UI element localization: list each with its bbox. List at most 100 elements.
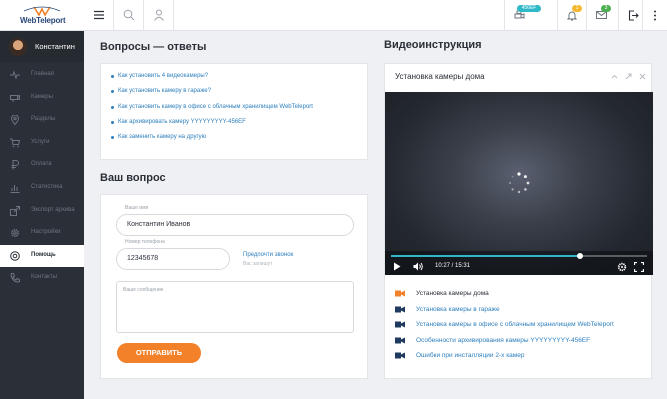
phone-label: Номер телефона — [125, 239, 165, 245]
user-icon — [154, 9, 164, 21]
sidebar-item-contacts[interactable]: Контакты — [0, 267, 84, 290]
name-label: Ваше имя — [125, 205, 149, 211]
playlist-item[interactable]: Установка камеры дома — [395, 289, 614, 305]
search-button[interactable] — [114, 0, 144, 31]
volume-icon[interactable] — [413, 262, 423, 271]
camera-icon — [10, 94, 20, 102]
send-button[interactable]: ОТПРАВИТЬ — [117, 343, 201, 363]
playlist-item[interactable]: Установка камеры в гараже — [395, 305, 614, 321]
faq-link[interactable]: Как заменить камеру на другую — [111, 133, 313, 148]
video-progress-knob[interactable] — [577, 253, 584, 259]
video-camera-icon — [395, 306, 405, 312]
hamburger-icon — [94, 10, 104, 20]
sidebar-item-label: Помощь — [31, 251, 56, 258]
sidebar-item-label: Статистика — [31, 183, 63, 190]
video-player[interactable]: 10:27 / 15:31 — [385, 92, 653, 275]
sidebar-item-cameras[interactable]: Камеры — [0, 87, 84, 110]
fullscreen-icon[interactable] — [634, 262, 644, 272]
sidebar-item-help[interactable]: Помощь — [0, 244, 84, 268]
app-root: WebTeleport Константин Главная Камеры Ра… — [0, 0, 667, 399]
video-playlist: Установка камеры дома Установка камеры в… — [395, 289, 614, 367]
sidebar-nav: Главная Камеры Разделы Услуги Оплата Ста… — [0, 64, 84, 290]
sidebar-item-label: Камеры — [31, 93, 53, 100]
video-controls: 10:27 / 15:31 — [385, 251, 653, 275]
logout-icon — [628, 10, 639, 21]
play-icon[interactable] — [393, 262, 401, 271]
faq-link[interactable]: Как архивировать камеру YYYYYYYYY-456EF — [111, 118, 313, 133]
sidebar-item-payment[interactable]: Оплата — [0, 154, 84, 177]
profile-button[interactable] — [144, 0, 174, 31]
video-camera-icon — [395, 337, 405, 343]
video-camera-icon — [395, 321, 405, 328]
ruble-icon — [11, 160, 19, 170]
video-camera-icon — [395, 290, 405, 297]
expand-icon[interactable] — [625, 73, 632, 80]
sidebar-item-label: Главная — [31, 71, 54, 77]
faq-link[interactable]: Как установить камеру в гараже? — [111, 87, 313, 102]
video-camera-icon — [395, 352, 405, 359]
phone-icon — [10, 273, 20, 283]
messages-button[interactable]: 3 — [586, 0, 615, 31]
collapse-icon[interactable] — [611, 73, 618, 80]
sidebar-item-services[interactable]: Услуги — [0, 132, 84, 155]
callback-link[interactable]: Предпочти звонок — [243, 252, 293, 258]
playlist-item-label: Особенности архивирования камеры YYYYYYY… — [416, 336, 591, 344]
sidebar-item-sections[interactable]: Разделы — [0, 109, 84, 132]
loading-spinner-icon — [509, 172, 530, 194]
name-value: Константин Иванов — [127, 221, 191, 228]
playlist-item[interactable]: Особенности архивирования камеры YYYYYYY… — [395, 336, 614, 352]
phone-field[interactable]: 12345678 — [116, 248, 230, 270]
topbar: 456EF 1 3 — [84, 0, 667, 31]
video-card-title: Установка камеры дома — [395, 72, 485, 81]
bell-badge: 1 — [572, 5, 582, 12]
video-time: 10:27 / 15:31 — [435, 263, 471, 269]
sidebar: WebTeleport Константин Главная Камеры Ра… — [0, 0, 84, 399]
faq-card: Как установить 4 видеокамеры? Как устано… — [100, 63, 368, 160]
playlist-item-label: Установка камеры в гараже — [416, 305, 500, 313]
question-title: Ваш вопрос — [100, 172, 166, 184]
logo-text: WebTeleport — [20, 16, 66, 25]
close-icon[interactable] — [639, 73, 646, 80]
help-icon — [10, 250, 20, 261]
message-placeholder: Ваше сообщение — [123, 287, 164, 293]
faq-list: Как установить 4 видеокамеры? Как устано… — [111, 72, 313, 148]
sidebar-item-settings[interactable]: Настройки — [0, 222, 84, 245]
sidebar-item-label: Оплата — [31, 161, 52, 168]
sidebar-item-home[interactable]: Главная — [0, 64, 84, 87]
cameras-status-button[interactable]: 456EF — [504, 0, 541, 31]
sidebar-item-label: Услуги — [31, 138, 50, 145]
playlist-item[interactable]: Установка камеры в офисе с облачным хран… — [395, 320, 614, 336]
user-panel[interactable]: Константин — [0, 31, 84, 62]
video-progress-fill — [391, 255, 581, 257]
avatar — [9, 38, 27, 56]
faq-title: Вопросы — ответы — [100, 41, 207, 53]
more-vertical-icon — [654, 10, 656, 21]
notifications-button[interactable]: 1 — [557, 0, 586, 31]
logo[interactable]: WebTeleport — [0, 0, 84, 31]
callback-sub: Вас запишут — [243, 261, 273, 267]
cart-icon — [10, 138, 20, 148]
faq-link[interactable]: Как установить камеру в офисе с облачным… — [111, 103, 313, 118]
more-button[interactable] — [642, 0, 667, 31]
sidebar-item-label: Настройки — [31, 229, 61, 236]
playlist-item[interactable]: Ошибки при инсталляции 2-х камер — [395, 351, 614, 367]
sidebar-item-label: Разделы — [31, 116, 56, 123]
message-textarea[interactable]: Ваше сообщение — [116, 281, 354, 333]
name-field[interactable]: Константин Иванов — [116, 214, 354, 236]
gear-icon — [10, 229, 20, 238]
chart-icon — [10, 184, 20, 193]
menu-button[interactable] — [84, 0, 114, 31]
settings-gear-icon[interactable] — [617, 262, 627, 272]
sidebar-item-label: Экспорт архива — [31, 206, 75, 213]
pin-icon — [10, 115, 20, 126]
question-card: Ваше имя Константин Иванов Номер телефон… — [100, 194, 368, 379]
search-icon — [123, 9, 135, 21]
phone-value: 12345678 — [127, 255, 159, 262]
export-icon — [10, 205, 20, 216]
video-progress[interactable] — [391, 253, 647, 259]
camera-badge: 456EF — [517, 5, 541, 12]
sidebar-item-statistics[interactable]: Статистика — [0, 177, 84, 200]
sidebar-item-label: Контакты — [31, 274, 57, 281]
sidebar-item-export[interactable]: Экспорт архива — [0, 200, 84, 223]
faq-link[interactable]: Как установить 4 видеокамеры? — [111, 72, 313, 87]
